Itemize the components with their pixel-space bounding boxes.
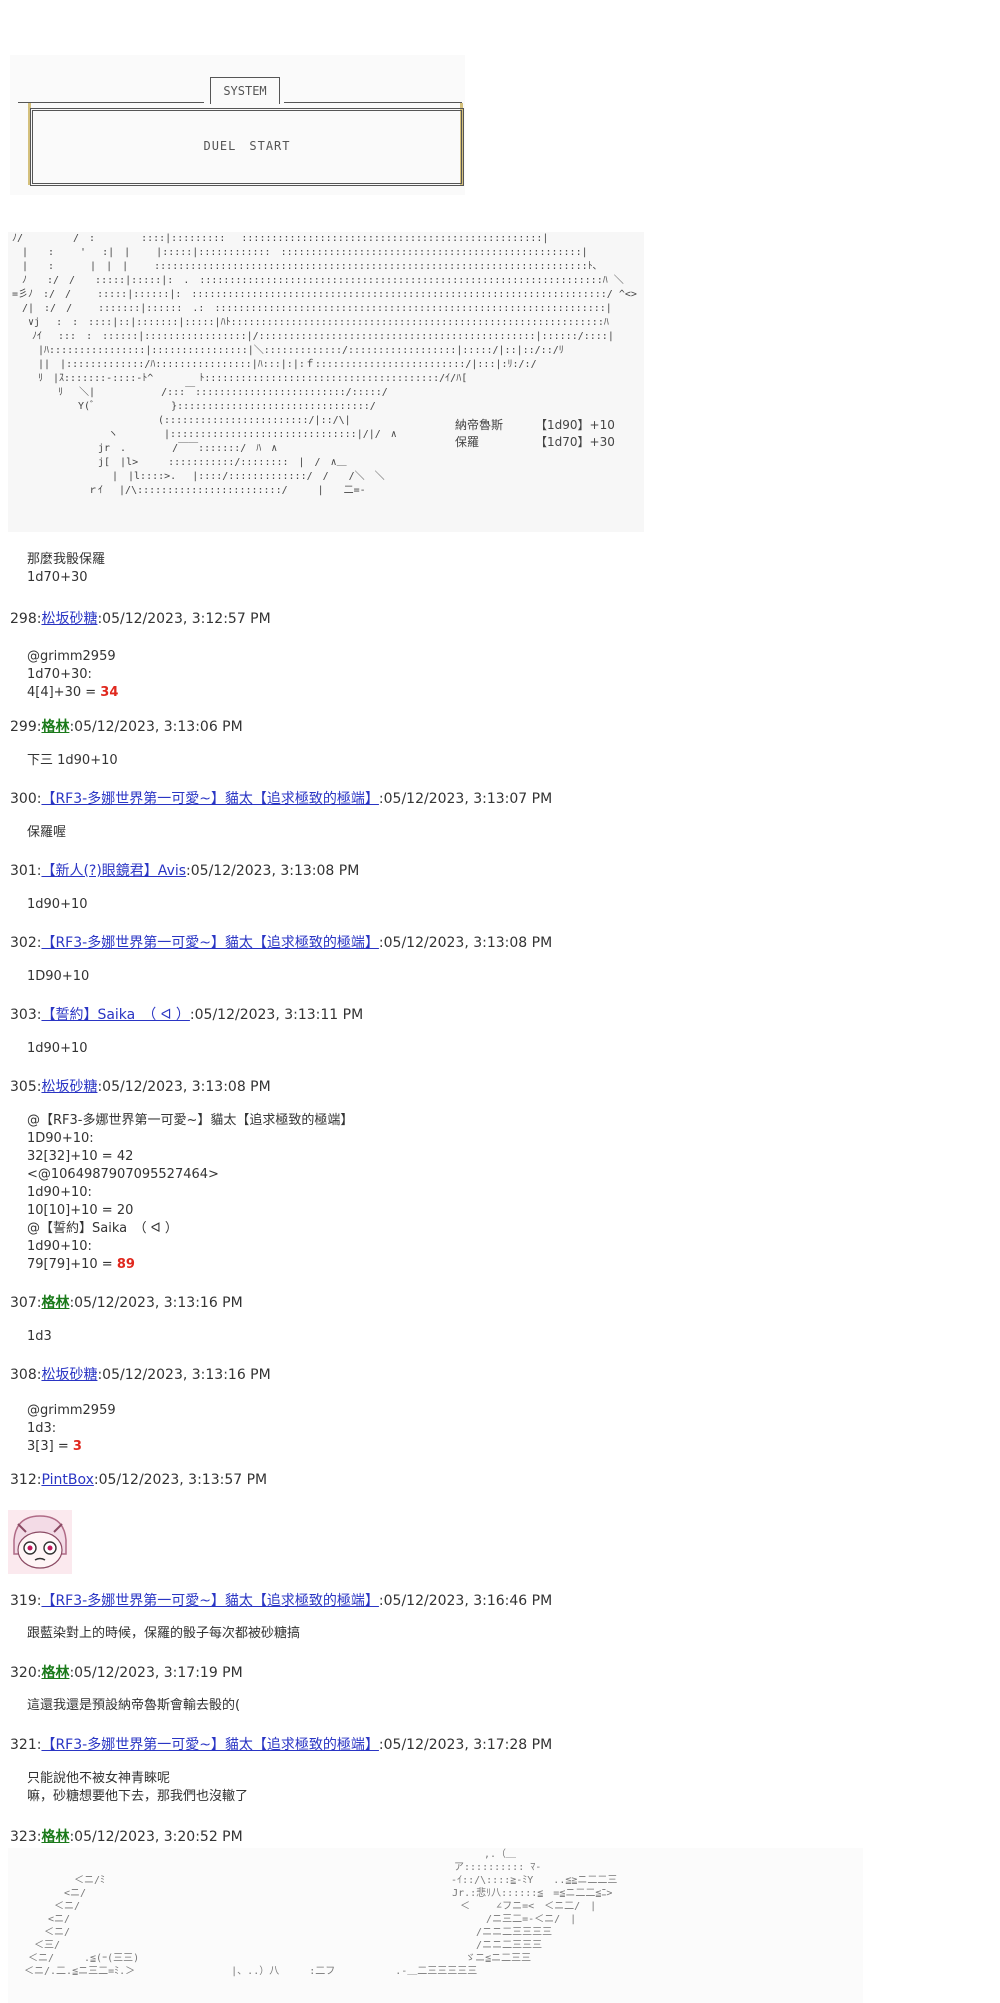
author-link[interactable]: 格林 (41, 1829, 69, 1845)
system-rule-right (284, 102, 462, 103)
duel-start-banner: DUEL START (30, 108, 464, 186)
post-header: 303:【誓約】Saika （ ᐊ ）:05/12/2023, 3:13:11 … (10, 1007, 364, 1023)
author-link[interactable]: 松坂砂糖 (41, 1079, 97, 1095)
post-body: 1d90+10 (27, 1041, 88, 1056)
post-body: 1d90+10 (27, 897, 88, 912)
author-link[interactable]: 【新人(?)眼鏡君】Avis (41, 863, 186, 879)
author-link[interactable]: PintBox (41, 1472, 93, 1488)
author-link[interactable]: 格林 (41, 719, 69, 735)
author-link[interactable]: 松坂砂糖 (41, 611, 97, 627)
ascii-art-bottom: ,.（＿ ア:::::::::: ﾏ- ＜ニ/ﾐ -ｲ::/\::::≧-ﾐY … (8, 1848, 863, 2003)
ascii-art-scene: ﾉ/ / : ::::|::::::::: ::::::::::::::::::… (8, 232, 644, 532)
post-header: 301:【新人(?)眼鏡君】Avis:05/12/2023, 3:13:08 P… (10, 863, 360, 879)
system-panel: SYSTEM DUEL START (10, 55, 465, 195)
author-link[interactable]: 【RF3-多娜世界第一可愛~】貓太【追求極致的極端】 (41, 935, 378, 951)
post-header: 299:格林:05/12/2023, 3:13:06 PM (10, 719, 243, 735)
post-body: 跟藍染對上的時候，保羅的骰子每次都被砂糖搞 (27, 1626, 301, 1641)
post-header: 320:格林:05/12/2023, 3:17:19 PM (10, 1665, 243, 1681)
post-body: 只能說他不被女神青睞呢 嘛，砂糖想要他下去，那我們也沒轍了 (27, 1771, 249, 1804)
post-header: 321:【RF3-多娜世界第一可愛~】貓太【追求極致的極端】:05/12/202… (10, 1737, 553, 1753)
post-header: 302:【RF3-多娜世界第一可愛~】貓太【追求極致的極端】:05/12/202… (10, 935, 553, 951)
post-header: 307:格林:05/12/2023, 3:13:16 PM (10, 1295, 243, 1311)
post-header: 300:【RF3-多娜世界第一可愛~】貓太【追求極致的極端】:05/12/202… (10, 791, 553, 807)
author-link[interactable]: 【RF3-多娜世界第一可愛~】貓太【追求極致的極端】 (41, 791, 378, 807)
post-body: @grimm2959 1d3: 3[3] = 3 (27, 1403, 116, 1454)
post-header: 312:PintBox:05/12/2023, 3:13:57 PM (10, 1472, 268, 1488)
sticker-image (8, 1510, 72, 1574)
system-rule-left (18, 102, 204, 103)
post-header: 298:松坂砂糖:05/12/2023, 3:12:57 PM (10, 611, 271, 627)
system-title: SYSTEM (210, 77, 280, 104)
post-header: 308:松坂砂糖:05/12/2023, 3:13:16 PM (10, 1367, 271, 1383)
author-link[interactable]: 格林 (41, 1295, 69, 1311)
author-link[interactable]: 格林 (41, 1665, 69, 1681)
post-header: 323:格林:05/12/2023, 3:20:52 PM (10, 1829, 243, 1845)
post-body: 這還我還是預設納帝魯斯會輸去骰的( (27, 1698, 241, 1713)
post-body: @【RF3-多娜世界第一可愛~】貓太【追求極致的極端】 1D90+10: 32[… (27, 1113, 354, 1272)
post-body: 保羅喔 (27, 825, 67, 840)
stat-row: 納帝魯斯 【1d90】+10 (455, 418, 615, 432)
author-link[interactable]: 【RF3-多娜世界第一可愛~】貓太【追求極致的極端】 (41, 1737, 378, 1753)
author-link[interactable]: 【誓約】Saika （ ᐊ ） (41, 1007, 189, 1023)
post-body: 那麼我骰保羅 1d70+30 (27, 552, 106, 585)
dice-stats: 納帝魯斯 【1d90】+10 保羅 【1d70】+30 (455, 417, 615, 451)
post-header: 305:松坂砂糖:05/12/2023, 3:13:08 PM (10, 1079, 271, 1095)
post-body: 下三 1d90+10 (27, 753, 118, 768)
author-link[interactable]: 松坂砂糖 (41, 1367, 97, 1383)
post-body: 1D90+10 (27, 969, 90, 984)
stat-row: 保羅 【1d70】+30 (455, 435, 615, 449)
author-link[interactable]: 【RF3-多娜世界第一可愛~】貓太【追求極致的極端】 (41, 1593, 378, 1609)
post-body: 1d3 (27, 1329, 52, 1344)
post-body: @grimm2959 1d70+30: 4[4]+30 = 34 (27, 649, 119, 700)
post-header: 319:【RF3-多娜世界第一可愛~】貓太【追求極致的極端】:05/12/202… (10, 1593, 553, 1609)
